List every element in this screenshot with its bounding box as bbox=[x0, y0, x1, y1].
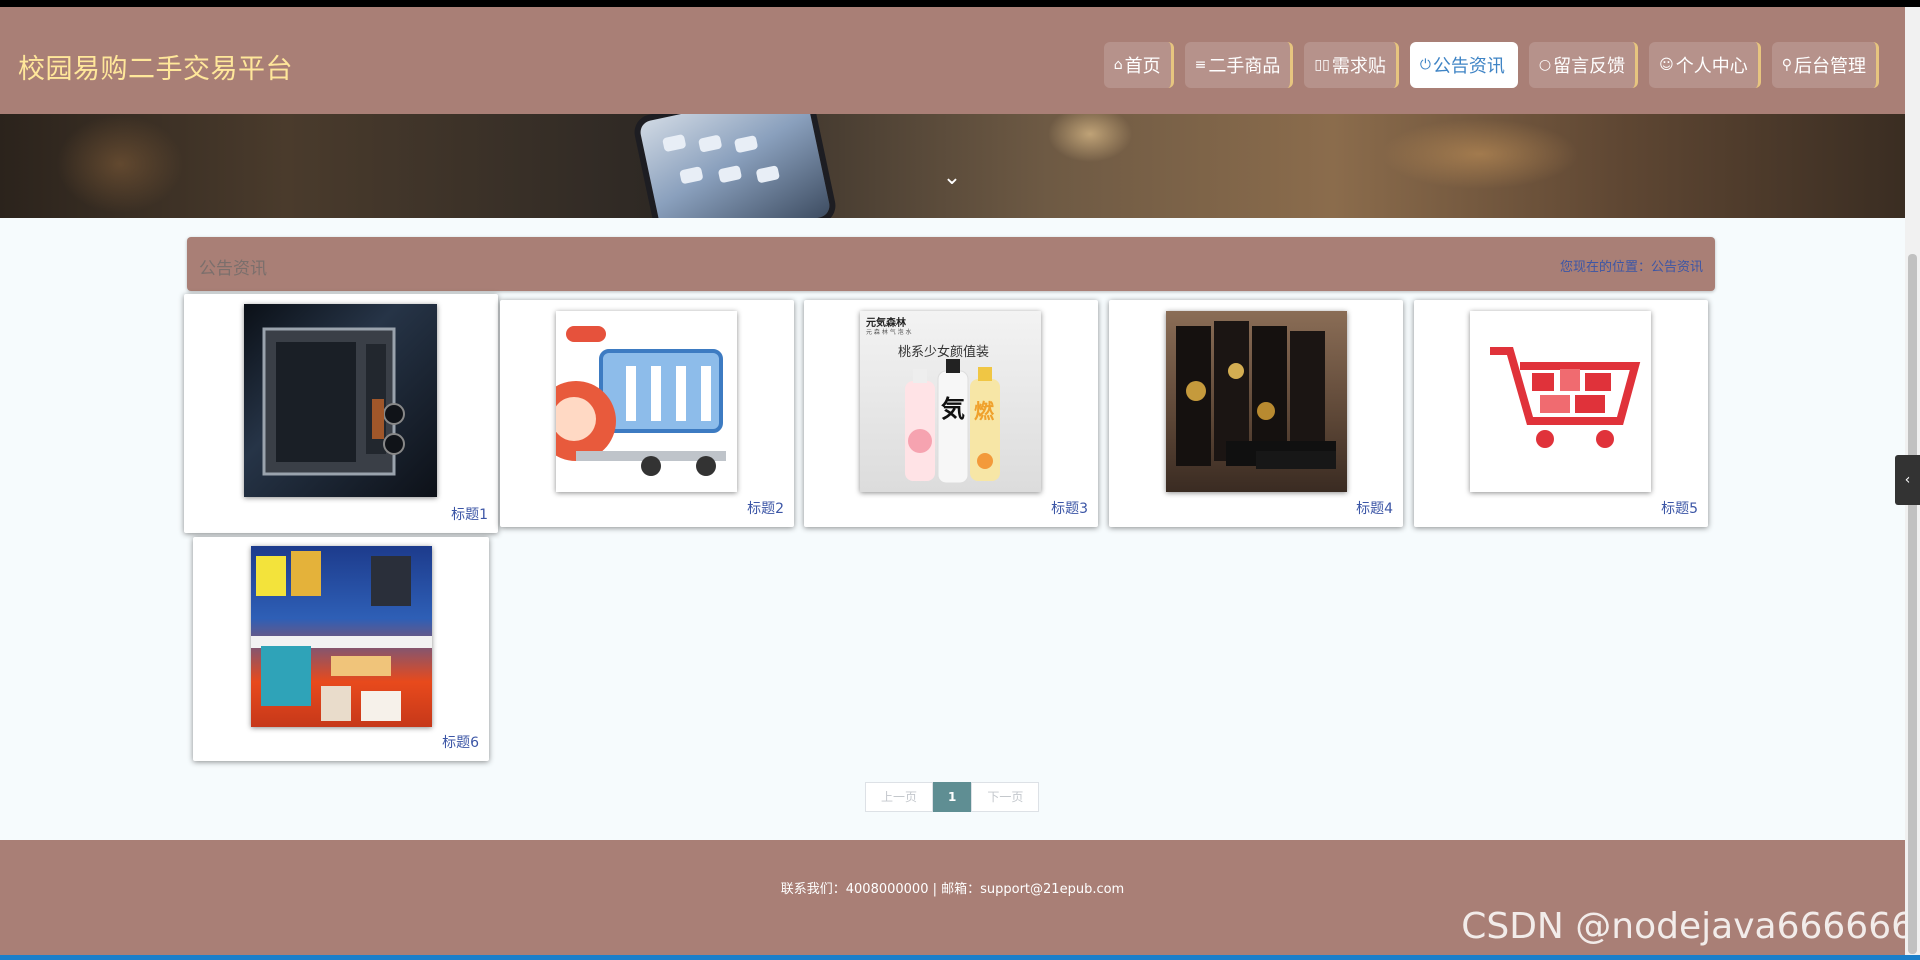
nav-announcements[interactable]: ⏻ 公告资讯 bbox=[1409, 42, 1518, 88]
nav-demand-posts[interactable]: ▯▯ 需求贴 bbox=[1304, 42, 1399, 88]
window-bottom-strip bbox=[0, 955, 1920, 960]
news-card-caption[interactable]: 标题2 bbox=[747, 498, 784, 518]
news-card-caption[interactable]: 标题6 bbox=[442, 732, 479, 752]
site-title[interactable]: 校园易购二手交易平台 bbox=[18, 47, 293, 86]
news-card-caption[interactable]: 标题4 bbox=[1356, 498, 1393, 518]
nav-feedback[interactable]: ○ 留言反馈 bbox=[1528, 42, 1639, 88]
news-card-image[interactable] bbox=[556, 311, 737, 492]
news-card[interactable]: 标题1 bbox=[184, 294, 498, 533]
bottle-label: 燃 bbox=[974, 399, 994, 423]
nav-home[interactable]: ⌂ 首页 bbox=[1103, 42, 1174, 88]
news-card-image[interactable]: 元気森林 元 森 林 气 泡 水 桃系少女颜值装 気 燃 bbox=[860, 311, 1041, 492]
nav-personal-center[interactable]: ☺ 个人中心 bbox=[1649, 42, 1761, 88]
scrollbar-thumb[interactable] bbox=[1908, 254, 1917, 954]
news-card-image[interactable] bbox=[1166, 311, 1347, 492]
news-card[interactable]: 标题2 bbox=[500, 300, 794, 527]
news-card-caption[interactable]: 标题5 bbox=[1661, 498, 1698, 518]
news-card-image[interactable] bbox=[251, 546, 432, 727]
link-icon: ⚲ bbox=[1781, 57, 1792, 73]
site-header: 校园易购二手交易平台 ⌂ 首页 ≡ 二手商品 ▯▯ 需求贴 ⏻ 公告资讯 ○ 留… bbox=[0, 7, 1905, 114]
nav-personal-center-label: 个人中心 bbox=[1675, 56, 1748, 77]
news-card-image[interactable] bbox=[244, 304, 437, 497]
nav-announcements-label: 公告资讯 bbox=[1432, 56, 1505, 77]
home-icon: ⌂ bbox=[1113, 57, 1123, 73]
nav-admin-label: 后台管理 bbox=[1794, 56, 1866, 77]
nav-home-label: 首页 bbox=[1124, 56, 1161, 77]
pagination: 上一页 1 下一页 bbox=[865, 782, 1040, 812]
nav-demand-posts-label: 需求贴 bbox=[1331, 56, 1386, 77]
prev-page-button[interactable]: 上一页 bbox=[865, 782, 934, 812]
user-icon: ☺ bbox=[1659, 57, 1674, 73]
nav-secondhand-goods-label: 二手商品 bbox=[1208, 56, 1281, 77]
news-card[interactable]: 标题5 bbox=[1414, 300, 1708, 527]
current-page-button[interactable]: 1 bbox=[933, 782, 972, 812]
next-page-button[interactable]: 下一页 bbox=[971, 782, 1040, 812]
chevron-down-icon[interactable]: ⌄ bbox=[940, 166, 964, 190]
section-header: 公告资讯 您现在的位置：公告资讯 bbox=[187, 237, 1715, 291]
news-card[interactable]: 标题6 bbox=[193, 537, 489, 761]
columns-icon: ▯▯ bbox=[1314, 57, 1330, 73]
sliders-icon: ≡ bbox=[1194, 57, 1207, 73]
banner-phone-image bbox=[638, 114, 832, 218]
footer-contact: 联系我们：4008000000 | 邮箱：support@21epub.com bbox=[780, 882, 1125, 897]
nav-secondhand-goods[interactable]: ≡ 二手商品 bbox=[1184, 42, 1294, 88]
chevron-left-icon[interactable]: ‹ bbox=[1895, 455, 1920, 505]
watermark-text: CSDN @nodejava666666 bbox=[1461, 906, 1914, 947]
power-icon: ⏻ bbox=[1419, 57, 1431, 73]
bottle-label: 気 bbox=[941, 395, 965, 423]
news-card-image[interactable] bbox=[1470, 311, 1651, 492]
window-top-strip bbox=[0, 0, 1920, 7]
breadcrumb[interactable]: 您现在的位置：公告资讯 bbox=[1560, 256, 1703, 275]
section-title: 公告资讯 bbox=[199, 259, 267, 279]
nav-feedback-label: 留言反馈 bbox=[1553, 56, 1626, 77]
nav-admin[interactable]: ⚲ 后台管理 bbox=[1771, 42, 1879, 88]
main-nav: ⌂ 首页 ≡ 二手商品 ▯▯ 需求贴 ⏻ 公告资讯 ○ 留言反馈 ☺ 个人中心 … bbox=[1103, 42, 1879, 88]
news-card-caption[interactable]: 标题1 bbox=[451, 504, 488, 524]
news-card-caption[interactable]: 标题3 bbox=[1051, 498, 1088, 518]
hero-banner: ⌄ bbox=[0, 114, 1905, 218]
news-card[interactable]: 标题4 bbox=[1109, 300, 1403, 527]
chat-icon: ○ bbox=[1538, 57, 1552, 73]
news-card[interactable]: 元気森林 元 森 林 气 泡 水 桃系少女颜值装 気 燃 标题3 bbox=[804, 300, 1098, 527]
